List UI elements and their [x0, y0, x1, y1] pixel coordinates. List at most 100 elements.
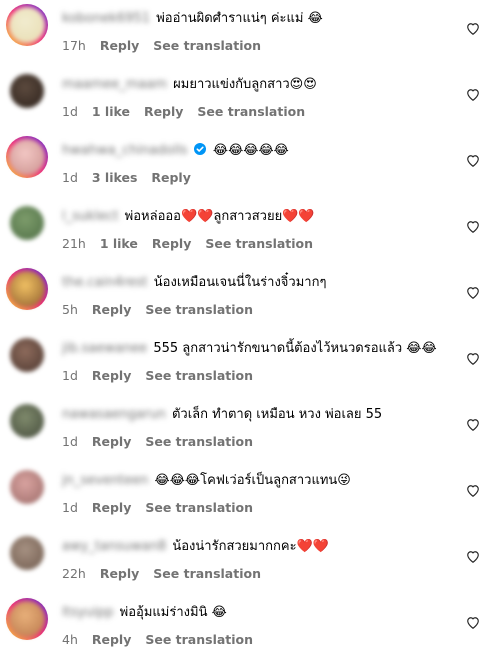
avatar-image — [10, 536, 44, 570]
comment-body: awy_tansuwan8 น้องน่ารักสวยมากกคะ❤️❤️ 22… — [62, 536, 442, 581]
comment-username[interactable]: hwahwa_chinadolls — [62, 140, 188, 162]
comment-timestamp[interactable]: 1d — [62, 104, 78, 119]
comment-username[interactable]: ltsyuipp — [62, 602, 114, 624]
comment-text: น้องน่ารักสวยมากกคะ❤️❤️ — [172, 539, 329, 554]
comment-text: 😂😂😂😂😂 — [212, 143, 289, 158]
comment-username[interactable]: nawasaengarun — [62, 404, 166, 426]
comment-body: l_suklect พ่อหล่อออ❤️❤️ลูกสาวสวยย❤️❤️ 21… — [62, 206, 442, 251]
comment-meta: 4h Reply See translation — [62, 632, 263, 647]
comment-timestamp[interactable]: 4h — [62, 632, 78, 647]
comment-line: ltsyuipp พ่ออุ้มแม่ร่างมินิ 😂 — [62, 602, 442, 624]
comment-item: hwahwa_chinadolls 😂😂😂😂😂 1d 3 likes Reply — [0, 132, 489, 198]
comment-meta: 1d Reply See translation — [62, 500, 263, 515]
reply-button[interactable]: Reply — [151, 170, 190, 185]
comment-line: maamee_maam ผมยาวแข่งกับลูกสาว😍😍 — [62, 74, 442, 96]
comment-likes-count[interactable]: 1 like — [92, 104, 130, 119]
comment-item: kobonek6951 พ่ออ่านผิดศำราแน่ๆ ค่ะแม่ 😂 … — [0, 0, 489, 66]
reply-button[interactable]: Reply — [144, 104, 183, 119]
comment-username[interactable]: awy_tansuwan8 — [62, 536, 166, 558]
reply-button[interactable]: Reply — [92, 500, 131, 515]
comment-line: nawasaengarun ตัวเล็ก ทำตาดุ เหมือน หวง … — [62, 404, 442, 426]
avatar[interactable] — [6, 466, 48, 508]
avatar[interactable] — [6, 334, 48, 376]
comment-username[interactable]: maamee_maam — [62, 74, 167, 96]
comment-item: maamee_maam ผมยาวแข่งกับลูกสาว😍😍 1d 1 li… — [0, 66, 489, 132]
see-translation-button[interactable]: See translation — [197, 104, 305, 119]
see-translation-button[interactable]: See translation — [145, 500, 253, 515]
comment-meta: 22h Reply See translation — [62, 566, 271, 581]
comment-list: kobonek6951 พ่ออ่านผิดศำราแน่ๆ ค่ะแม่ 😂 … — [0, 0, 489, 665]
comment-timestamp[interactable]: 22h — [62, 566, 86, 581]
like-heart-icon[interactable] — [466, 352, 480, 366]
see-translation-button[interactable]: See translation — [153, 566, 261, 581]
reply-button[interactable]: Reply — [92, 302, 131, 317]
comment-line: l_suklect พ่อหล่อออ❤️❤️ลูกสาวสวยย❤️❤️ — [62, 206, 442, 228]
comment-line: jn_seventeen 😂😂😂โคฟเว่อร์เป็นลูกสาวแทน😜 — [62, 470, 442, 492]
see-translation-button[interactable]: See translation — [145, 632, 253, 647]
see-translation-button[interactable]: See translation — [145, 302, 253, 317]
see-translation-button[interactable]: See translation — [145, 434, 253, 449]
avatar-image — [9, 7, 45, 43]
reply-button[interactable]: Reply — [92, 434, 131, 449]
comment-timestamp[interactable]: 1d — [62, 500, 78, 515]
comment-line: kobonek6951 พ่ออ่านผิดศำราแน่ๆ ค่ะแม่ 😂 — [62, 8, 442, 30]
avatar[interactable] — [6, 598, 48, 640]
like-heart-icon[interactable] — [466, 550, 480, 564]
avatar-image — [9, 271, 45, 307]
comment-username[interactable]: kobonek6951 — [62, 8, 150, 30]
comment-meta: 1d 3 likes Reply — [62, 170, 201, 185]
comment-username[interactable]: l_suklect — [62, 206, 119, 228]
comment-username[interactable]: jn_seventeen — [62, 470, 148, 492]
avatar[interactable] — [6, 268, 48, 310]
avatar[interactable] — [6, 136, 48, 178]
reply-button[interactable]: Reply — [92, 632, 131, 647]
like-heart-icon[interactable] — [466, 88, 480, 102]
comment-username[interactable]: the.cain4rest — [62, 272, 148, 294]
comment-text: 😂😂😂โคฟเว่อร์เป็นลูกสาวแทน😜 — [154, 473, 351, 488]
avatar-image — [10, 470, 44, 504]
comment-timestamp[interactable]: 17h — [62, 38, 86, 53]
like-heart-icon[interactable] — [466, 418, 480, 432]
like-heart-icon[interactable] — [466, 154, 480, 168]
like-heart-icon[interactable] — [466, 616, 480, 630]
comment-timestamp[interactable]: 1d — [62, 368, 78, 383]
avatar-image — [10, 338, 44, 372]
comment-meta: 1d Reply See translation — [62, 434, 263, 449]
comment-body: maamee_maam ผมยาวแข่งกับลูกสาว😍😍 1d 1 li… — [62, 74, 442, 119]
comment-timestamp[interactable]: 1d — [62, 170, 78, 185]
comment-timestamp[interactable]: 21h — [62, 236, 86, 251]
like-heart-icon[interactable] — [466, 484, 480, 498]
verified-badge-icon — [193, 143, 206, 155]
comment-meta: 1d 1 like Reply See translation — [62, 104, 315, 119]
comment-timestamp[interactable]: 1d — [62, 434, 78, 449]
comment-likes-count[interactable]: 1 like — [100, 236, 138, 251]
like-heart-icon[interactable] — [466, 220, 480, 234]
avatar[interactable] — [6, 202, 48, 244]
reply-button[interactable]: Reply — [152, 236, 191, 251]
comment-likes-count[interactable]: 3 likes — [92, 170, 138, 185]
see-translation-button[interactable]: See translation — [153, 38, 261, 53]
like-heart-icon[interactable] — [466, 286, 480, 300]
comment-meta: 17h Reply See translation — [62, 38, 271, 53]
comment-timestamp[interactable]: 5h — [62, 302, 78, 317]
comment-text: น้องเหมือนเจนนี่ในร่างจิ๋วมากๆ — [153, 275, 327, 290]
comment-body: jn_seventeen 😂😂😂โคฟเว่อร์เป็นลูกสาวแทน😜 … — [62, 470, 442, 515]
comment-line: hwahwa_chinadolls 😂😂😂😂😂 — [62, 140, 442, 162]
comment-item: the.cain4rest น้องเหมือนเจนนี่ในร่างจิ๋ว… — [0, 264, 489, 330]
reply-button[interactable]: Reply — [92, 368, 131, 383]
comment-meta: 21h 1 like Reply See translation — [62, 236, 323, 251]
like-heart-icon[interactable] — [466, 22, 480, 36]
avatar-image — [10, 404, 44, 438]
comment-line: the.cain4rest น้องเหมือนเจนนี่ในร่างจิ๋ว… — [62, 272, 442, 294]
avatar[interactable] — [6, 4, 48, 46]
avatar[interactable] — [6, 400, 48, 442]
see-translation-button[interactable]: See translation — [145, 368, 253, 383]
avatar[interactable] — [6, 70, 48, 112]
comment-username[interactable]: jib.saewanee — [62, 338, 147, 360]
comment-body: nawasaengarun ตัวเล็ก ทำตาดุ เหมือน หวง … — [62, 404, 442, 449]
reply-button[interactable]: Reply — [100, 566, 139, 581]
avatar[interactable] — [6, 532, 48, 574]
see-translation-button[interactable]: See translation — [205, 236, 313, 251]
comment-line: awy_tansuwan8 น้องน่ารักสวยมากกคะ❤️❤️ — [62, 536, 442, 558]
reply-button[interactable]: Reply — [100, 38, 139, 53]
